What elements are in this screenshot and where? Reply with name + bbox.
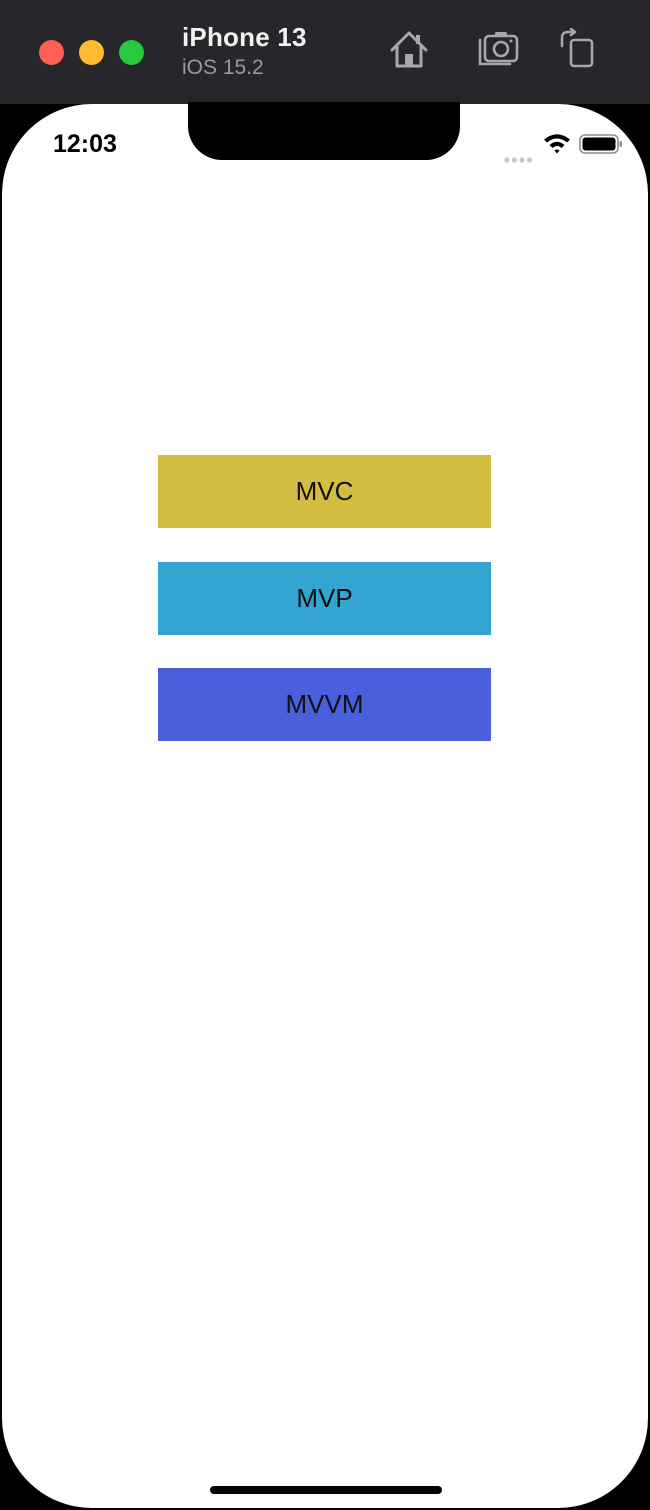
mvvm-button[interactable]: MVVM: [158, 668, 491, 741]
wifi-icon: [543, 132, 571, 154]
maximize-window-button[interactable]: [119, 40, 144, 65]
mvp-button-label: MVP: [296, 583, 353, 613]
simulator-titlebar: iPhone 13 iOS 15.2: [0, 0, 650, 104]
home-indicator[interactable]: [210, 1486, 442, 1494]
cellular-signal-icon: [504, 150, 534, 163]
close-window-button[interactable]: [39, 40, 64, 65]
mvp-button[interactable]: MVP: [158, 562, 491, 635]
device-screen-bezel: 12:03 MVC MVP MVVM: [0, 102, 650, 1510]
os-version: iOS 15.2: [182, 56, 264, 79]
minimize-window-button[interactable]: [79, 40, 104, 65]
home-icon[interactable]: [387, 28, 431, 72]
mvc-button-label: MVC: [295, 476, 354, 506]
rotate-icon[interactable]: [556, 27, 600, 72]
status-bar-time: 12:03: [53, 130, 117, 158]
device-display: 12:03 MVC MVP MVVM: [2, 104, 648, 1508]
mvc-button[interactable]: MVC: [158, 455, 491, 528]
screenshot-icon[interactable]: [476, 28, 520, 72]
mvvm-button-label: MVVM: [285, 689, 364, 719]
battery-icon: [579, 134, 623, 154]
device-notch: [188, 102, 460, 160]
device-name: iPhone 13: [182, 22, 307, 52]
simulator-window: iPhone 13 iOS 15.2 12:03 MVC MVP MVVM: [0, 0, 650, 1510]
